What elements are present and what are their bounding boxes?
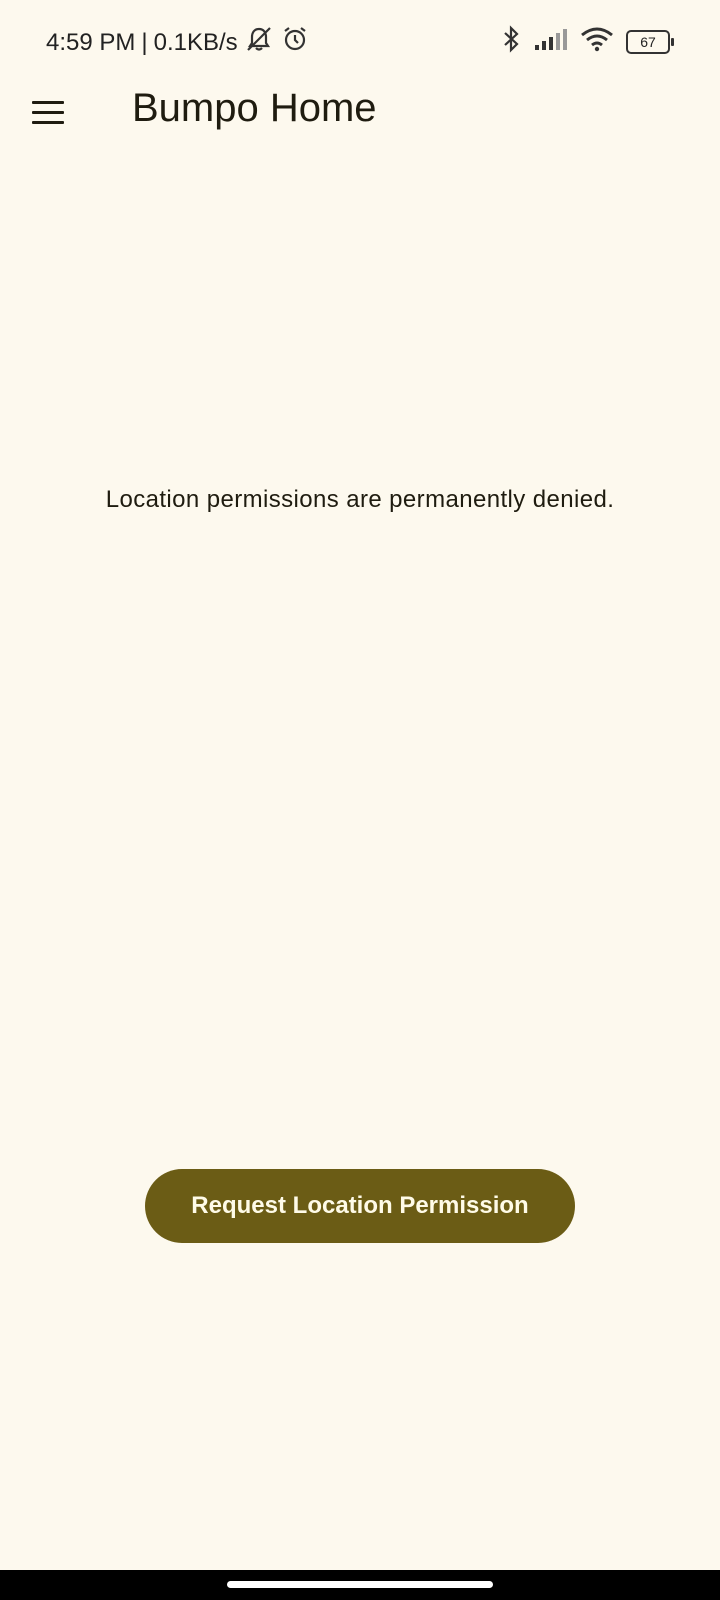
screen: 4:59 PM | 0.1KB/s 67 Bumpo Home Location… bbox=[0, 0, 720, 1600]
home-indicator[interactable] bbox=[227, 1581, 493, 1588]
bluetooth-icon bbox=[500, 24, 522, 59]
status-separator: | bbox=[141, 28, 148, 56]
hamburger-menu-icon[interactable] bbox=[24, 90, 72, 134]
app-bar: Bumpo Home bbox=[0, 80, 720, 144]
wifi-icon bbox=[580, 26, 614, 57]
alarm-icon bbox=[280, 24, 310, 61]
bell-off-icon bbox=[244, 24, 274, 61]
status-left: 4:59 PM | 0.1KB/s bbox=[46, 24, 310, 61]
signal-icon bbox=[534, 27, 568, 56]
page-title: Bumpo Home bbox=[132, 86, 377, 130]
system-nav-bar bbox=[0, 1570, 720, 1600]
status-bar: 4:59 PM | 0.1KB/s 67 bbox=[0, 0, 720, 80]
status-time: 4:59 PM bbox=[46, 28, 136, 56]
request-location-permission-button[interactable]: Request Location Permission bbox=[145, 1169, 575, 1243]
permission-denied-message: Location permissions are permanently den… bbox=[105, 486, 615, 513]
status-net-speed: 0.1KB/s bbox=[153, 28, 238, 56]
battery-icon: 67 bbox=[626, 29, 674, 54]
battery-level: 67 bbox=[640, 33, 656, 50]
status-right: 67 bbox=[500, 24, 674, 59]
